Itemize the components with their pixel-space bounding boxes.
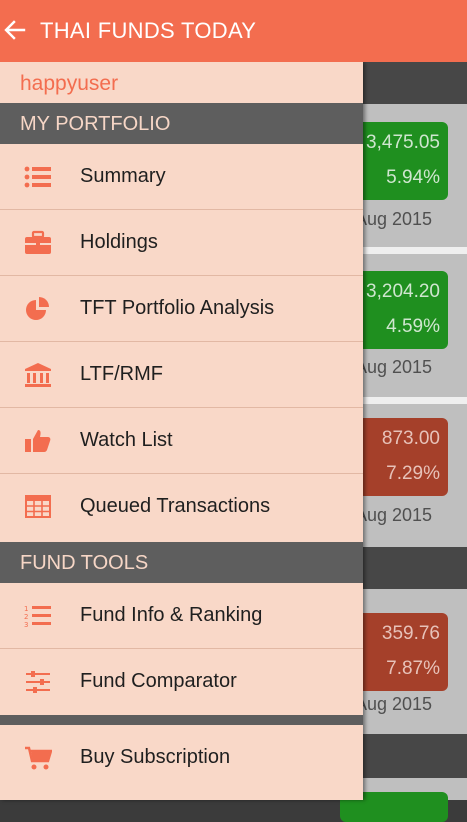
menu-item-label: Fund Comparator <box>80 670 237 692</box>
app-title: THAI FUNDS TODAY <box>40 18 257 43</box>
sliders-icon <box>26 671 50 693</box>
section-title: MY PORTFOLIO <box>20 113 171 135</box>
fund-change: 7.87% <box>386 658 440 679</box>
fund-date: Aug 2015 <box>355 209 433 229</box>
cart-icon <box>25 746 52 770</box>
menu-item-fund-comparator[interactable]: Fund Comparator <box>0 649 363 714</box>
menu-item-label: TFT Portfolio Analysis <box>80 297 275 319</box>
table-icon <box>25 495 51 518</box>
menu-item-queued-transactions[interactable]: Queued Transactions <box>0 474 363 539</box>
briefcase-icon <box>25 230 51 254</box>
menu-item-label: LTF/RMF <box>80 363 163 385</box>
pie-chart-icon <box>26 297 49 320</box>
menu-item-holdings[interactable]: Holdings <box>0 210 363 276</box>
bank-icon <box>25 363 51 387</box>
fund-change: 5.94% <box>386 167 440 188</box>
menu-item-label: Fund Info & Ranking <box>80 604 263 626</box>
fund-value: 3,475.05 <box>366 132 440 153</box>
section-header-fund-tools: FUND TOOLS <box>0 542 363 583</box>
fund-value: 873.00 <box>381 428 440 449</box>
svg-text:2: 2 <box>24 613 28 621</box>
app-bar: THAI FUNDS TODAY <box>0 0 467 62</box>
menu-item-summary[interactable]: Summary <box>0 144 363 210</box>
fund-date: Aug 2015 <box>355 694 433 714</box>
menu-item-label: Buy Subscription <box>80 746 231 768</box>
menu-item-ltf-rmf[interactable]: LTF/RMF <box>0 342 363 408</box>
menu-item-fund-info-ranking[interactable]: 1 2 3 Fund Info & Ranking <box>0 583 363 649</box>
section-divider <box>0 715 363 725</box>
navigation-drawer: happyuser MY PORTFOLIO Summary Holdings … <box>0 62 363 800</box>
section-header-my-portfolio: MY PORTFOLIO <box>0 103 363 144</box>
fund-change: 7.29% <box>386 463 440 484</box>
fund-value: 3,204.20 <box>366 281 440 302</box>
menu-item-watch-list[interactable]: Watch List <box>0 408 363 474</box>
arrow-left-icon[interactable] <box>4 19 26 41</box>
menu-item-label: Summary <box>80 165 166 187</box>
menu-item-label: Queued Transactions <box>80 495 271 517</box>
list-icon <box>24 166 51 188</box>
fund-change: 4.59% <box>386 316 440 337</box>
fund-date: Aug 2015 <box>355 505 433 525</box>
fund-value: 359.76 <box>381 623 440 644</box>
menu-item-label: Holdings <box>80 231 158 253</box>
section-title: FUND TOOLS <box>20 552 149 574</box>
menu-item-label: Watch List <box>80 429 173 451</box>
username[interactable]: happyuser <box>20 72 118 96</box>
fund-date: Aug 2015 <box>355 357 433 377</box>
thumbs-up-icon <box>25 430 51 452</box>
svg-text:3: 3 <box>24 621 28 629</box>
svg-text:1: 1 <box>24 605 28 613</box>
numbered-list-icon: 1 2 3 <box>24 605 51 629</box>
menu-item-buy-subscription[interactable]: Buy Subscription <box>0 725 363 790</box>
menu-item-tft-portfolio-analysis[interactable]: TFT Portfolio Analysis <box>0 276 363 342</box>
